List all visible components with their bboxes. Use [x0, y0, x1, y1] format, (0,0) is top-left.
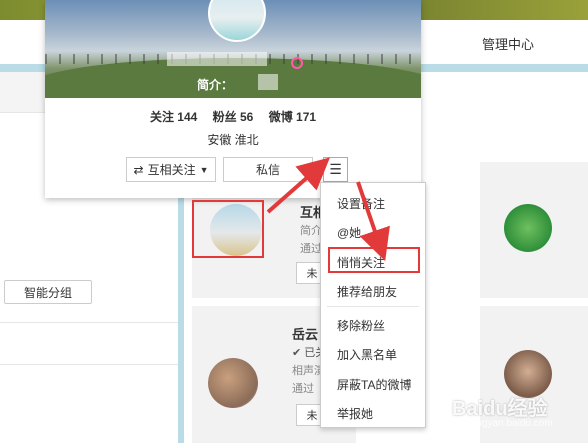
arrow-to-menu-button — [266, 157, 331, 214]
arrow-to-quiet-follow — [356, 181, 390, 262]
annotation-arrows — [266, 157, 390, 262]
baidu-watermark: Baidu经验 — [452, 398, 548, 420]
baidu-watermark-url: jingyan.baidu.com — [472, 418, 553, 429]
